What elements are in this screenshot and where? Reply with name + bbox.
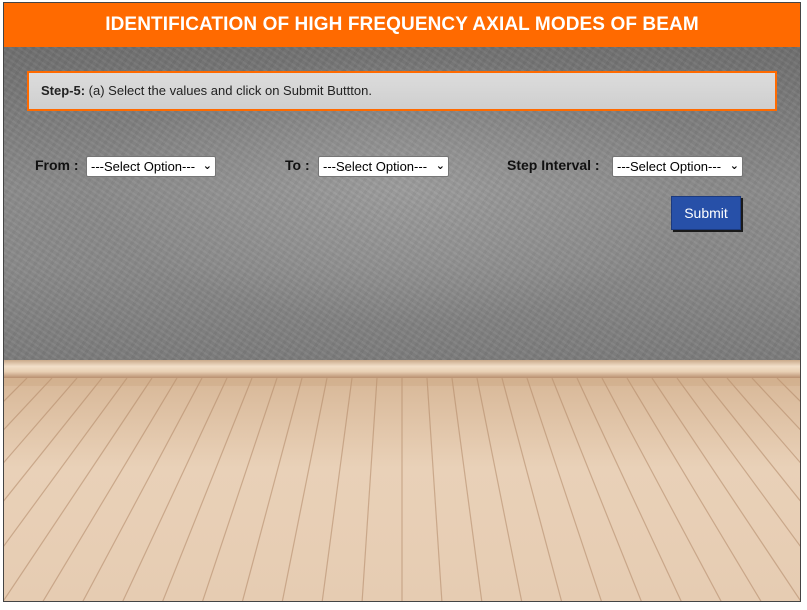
step-interval-select-value: ---Select Option---: [617, 159, 722, 174]
from-label: From :: [35, 157, 79, 173]
wood-floor: [4, 378, 800, 601]
to-select-value: ---Select Option---: [323, 159, 428, 174]
chevron-down-icon: ⌄: [202, 160, 212, 172]
to-label: To :: [285, 157, 310, 173]
to-select[interactable]: ---Select Option--- ⌄: [318, 156, 449, 177]
simulation-frame: IDENTIFICATION OF HIGH FREQUENCY AXIAL M…: [3, 2, 801, 602]
from-select-value: ---Select Option---: [91, 159, 196, 174]
page-title: IDENTIFICATION OF HIGH FREQUENCY AXIAL M…: [4, 3, 800, 47]
instruction-box: Step-5: (a) Select the values and click …: [27, 71, 777, 111]
step-label: Step-5:: [41, 83, 86, 98]
chevron-down-icon: ⌄: [729, 160, 739, 172]
floor-planks: [4, 378, 800, 601]
chevron-down-icon: ⌄: [435, 160, 445, 172]
instruction-text: (a) Select the values and click on Submi…: [85, 83, 372, 98]
from-select[interactable]: ---Select Option--- ⌄: [86, 156, 216, 177]
submit-button[interactable]: Submit: [671, 196, 741, 230]
baseboard: [4, 360, 800, 378]
step-interval-label: Step Interval :: [507, 157, 600, 173]
step-interval-select[interactable]: ---Select Option--- ⌄: [612, 156, 743, 177]
